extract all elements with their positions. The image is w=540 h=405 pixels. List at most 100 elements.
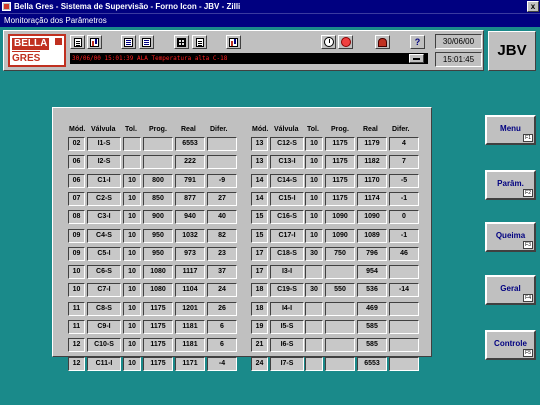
- user-button[interactable]: [375, 35, 390, 49]
- cell-programmed: [325, 357, 355, 371]
- table-button[interactable]: [192, 35, 207, 49]
- parameters-panel: Mód. Válvula Tol. Prog. Real Difer. Mód.…: [52, 107, 432, 371]
- cell-difference: [389, 302, 419, 316]
- app-icon: [2, 2, 11, 11]
- cell-valve: C5-I: [87, 247, 121, 261]
- col-header-prog-2: Prog.: [331, 126, 349, 133]
- cell-module: 12: [68, 357, 85, 371]
- cell-real: 877: [175, 192, 205, 206]
- cell-valve: I3-I: [270, 265, 304, 279]
- cell-tolerance: [123, 155, 141, 169]
- cell-module: 13: [251, 137, 268, 151]
- cell-valve: C7-I: [87, 283, 121, 297]
- close-button[interactable]: x: [527, 1, 539, 12]
- cell-real: 1181: [175, 320, 205, 334]
- cell-valve: C14-S: [270, 174, 304, 188]
- cell-module: 19: [251, 320, 268, 334]
- nav-button-4[interactable]: Geral F4: [485, 275, 536, 305]
- col-header-mod-2: Mód.: [252, 126, 269, 133]
- battery-button[interactable]: [226, 35, 241, 49]
- cell-difference: 26: [207, 302, 237, 316]
- cell-difference: 4: [389, 137, 419, 151]
- help-icon: ?: [414, 36, 421, 47]
- cell-tolerance: [123, 137, 141, 151]
- function-key-label: F2: [523, 189, 533, 197]
- cell-programmed: 950: [143, 229, 173, 243]
- nav-button-1[interactable]: Menu F1: [485, 115, 536, 145]
- cell-module: 10: [68, 265, 85, 279]
- cell-programmed: 1175: [325, 155, 355, 169]
- nav-button-2[interactable]: Parâm. F2: [485, 170, 536, 200]
- list-icon: [124, 37, 133, 47]
- cell-difference: 6: [207, 320, 237, 334]
- cell-tolerance: 10: [123, 283, 141, 297]
- nav-button-label: Parâm.: [497, 179, 524, 188]
- cell-module: 06: [68, 174, 85, 188]
- alarm-ack-button[interactable]: [409, 54, 424, 63]
- col-header-diff: Difer.: [210, 126, 228, 133]
- cell-difference: 82: [207, 229, 237, 243]
- cell-real: 1089: [357, 229, 387, 243]
- function-key-label: F1: [523, 134, 533, 142]
- cell-tolerance: 10: [305, 192, 323, 206]
- chart-icon: [90, 37, 99, 47]
- cell-difference: [389, 357, 419, 371]
- cell-module: 10: [68, 283, 85, 297]
- col-header-prog: Prog.: [149, 126, 167, 133]
- cell-valve: I5-S: [270, 320, 304, 334]
- cell-difference: [207, 155, 237, 169]
- cell-tolerance: [305, 320, 323, 334]
- battery-icon: [229, 37, 238, 47]
- cell-tolerance: 10: [123, 247, 141, 261]
- window-title: Bella Gres - Sistema de Supervisão - For…: [14, 2, 241, 11]
- cell-module: 06: [68, 155, 85, 169]
- cell-valve: I2-S: [87, 155, 121, 169]
- report-button[interactable]: [70, 35, 85, 49]
- nav-button-3[interactable]: Queima F3: [485, 222, 536, 252]
- list-button-2[interactable]: [139, 35, 154, 49]
- col-header-tol: Tol.: [125, 126, 137, 133]
- cell-programmed: 1175: [143, 357, 173, 371]
- help-button[interactable]: ?: [410, 35, 425, 49]
- cell-module: 07: [68, 192, 85, 206]
- cell-module: 14: [251, 192, 268, 206]
- table-icon: [195, 37, 204, 47]
- window-titlebar: Bella Gres - Sistema de Supervisão - For…: [0, 0, 540, 13]
- nav-button-label: Menu: [500, 124, 521, 133]
- cell-valve: C11-I: [87, 357, 121, 371]
- cell-real: 1181: [175, 338, 205, 352]
- cell-programmed: 1080: [143, 265, 173, 279]
- cell-real: 469: [357, 302, 387, 316]
- cell-programmed: 1090: [325, 210, 355, 224]
- nav-button-5[interactable]: Controle F5: [485, 330, 536, 360]
- clock-icon: [323, 37, 334, 47]
- cell-difference: 24: [207, 283, 237, 297]
- trend-button[interactable]: [87, 35, 102, 49]
- cell-programmed: 900: [143, 210, 173, 224]
- cell-valve: C6-S: [87, 265, 121, 279]
- grid-button[interactable]: [174, 35, 189, 49]
- cell-module: 15: [251, 210, 268, 224]
- cell-difference: [389, 338, 419, 352]
- cell-real: 222: [175, 155, 205, 169]
- cell-programmed: [325, 320, 355, 334]
- cell-difference: [389, 265, 419, 279]
- list-button-1[interactable]: [121, 35, 136, 49]
- cell-valve: C15-I: [270, 192, 304, 206]
- cell-tolerance: 10: [123, 229, 141, 243]
- cell-difference: [207, 137, 237, 151]
- cell-real: 1179: [357, 137, 387, 151]
- col-header-diff-2: Difer.: [392, 126, 410, 133]
- cell-programmed: 1175: [143, 302, 173, 316]
- cell-real: 791: [175, 174, 205, 188]
- nav-button-label: Geral: [500, 284, 521, 293]
- cell-module: 11: [68, 320, 85, 334]
- cell-programmed: [325, 338, 355, 352]
- cell-real: 1174: [357, 192, 387, 206]
- clock-button[interactable]: [321, 35, 336, 49]
- cell-module: 17: [251, 265, 268, 279]
- col-header-real: Real: [181, 126, 196, 133]
- cell-real: 940: [175, 210, 205, 224]
- cell-valve: C8-S: [87, 302, 121, 316]
- alarm-button[interactable]: [338, 35, 353, 49]
